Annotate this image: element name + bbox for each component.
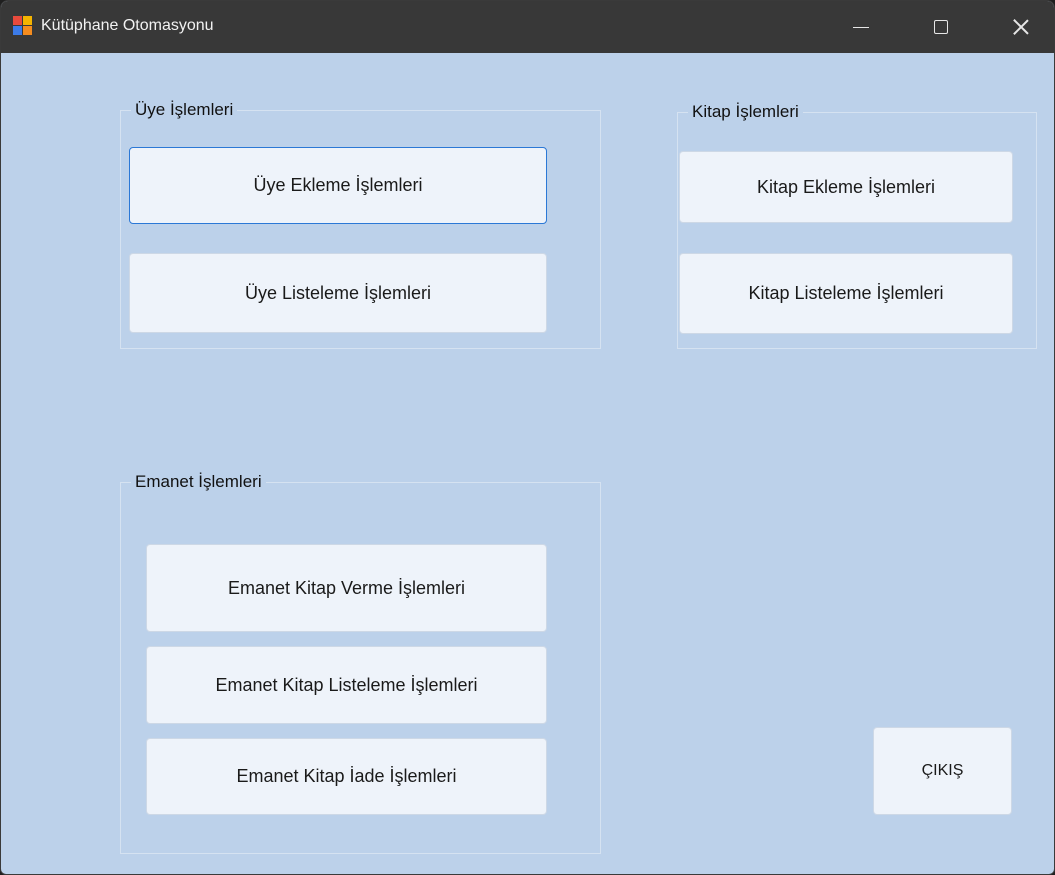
title-bar[interactable]: Kütüphane Otomasyonu	[1, 1, 1054, 53]
main-window: Kütüphane Otomasyonu Üye İşlemleri Üye E…	[0, 0, 1055, 875]
exit-button[interactable]: ÇIKIŞ	[873, 727, 1012, 815]
kitap-ekleme-button[interactable]: Kitap Ekleme İşlemleri	[679, 151, 1013, 223]
emanet-verme-button[interactable]: Emanet Kitap Verme İşlemleri	[146, 544, 547, 632]
group-uye-legend: Üye İşlemleri	[131, 100, 238, 120]
uye-ekleme-button[interactable]: Üye Ekleme İşlemleri	[129, 147, 547, 224]
group-kitap-legend: Kitap İşlemleri	[688, 102, 803, 122]
maximize-button[interactable]	[911, 1, 971, 53]
emanet-iade-button[interactable]: Emanet Kitap İade İşlemleri	[146, 738, 547, 815]
minimize-button[interactable]	[831, 1, 891, 53]
group-emanet-legend: Emanet İşlemleri	[131, 472, 266, 492]
close-icon	[1013, 19, 1029, 35]
uye-listeleme-button[interactable]: Üye Listeleme İşlemleri	[129, 253, 547, 333]
window-title: Kütüphane Otomasyonu	[41, 17, 214, 34]
app-icon[interactable]	[13, 16, 33, 36]
close-button[interactable]	[991, 1, 1051, 53]
emanet-listeleme-button[interactable]: Emanet Kitap Listeleme İşlemleri	[146, 646, 547, 724]
maximize-icon	[934, 20, 948, 34]
kitap-listeleme-button[interactable]: Kitap Listeleme İşlemleri	[679, 253, 1013, 334]
minimize-icon	[853, 26, 869, 28]
